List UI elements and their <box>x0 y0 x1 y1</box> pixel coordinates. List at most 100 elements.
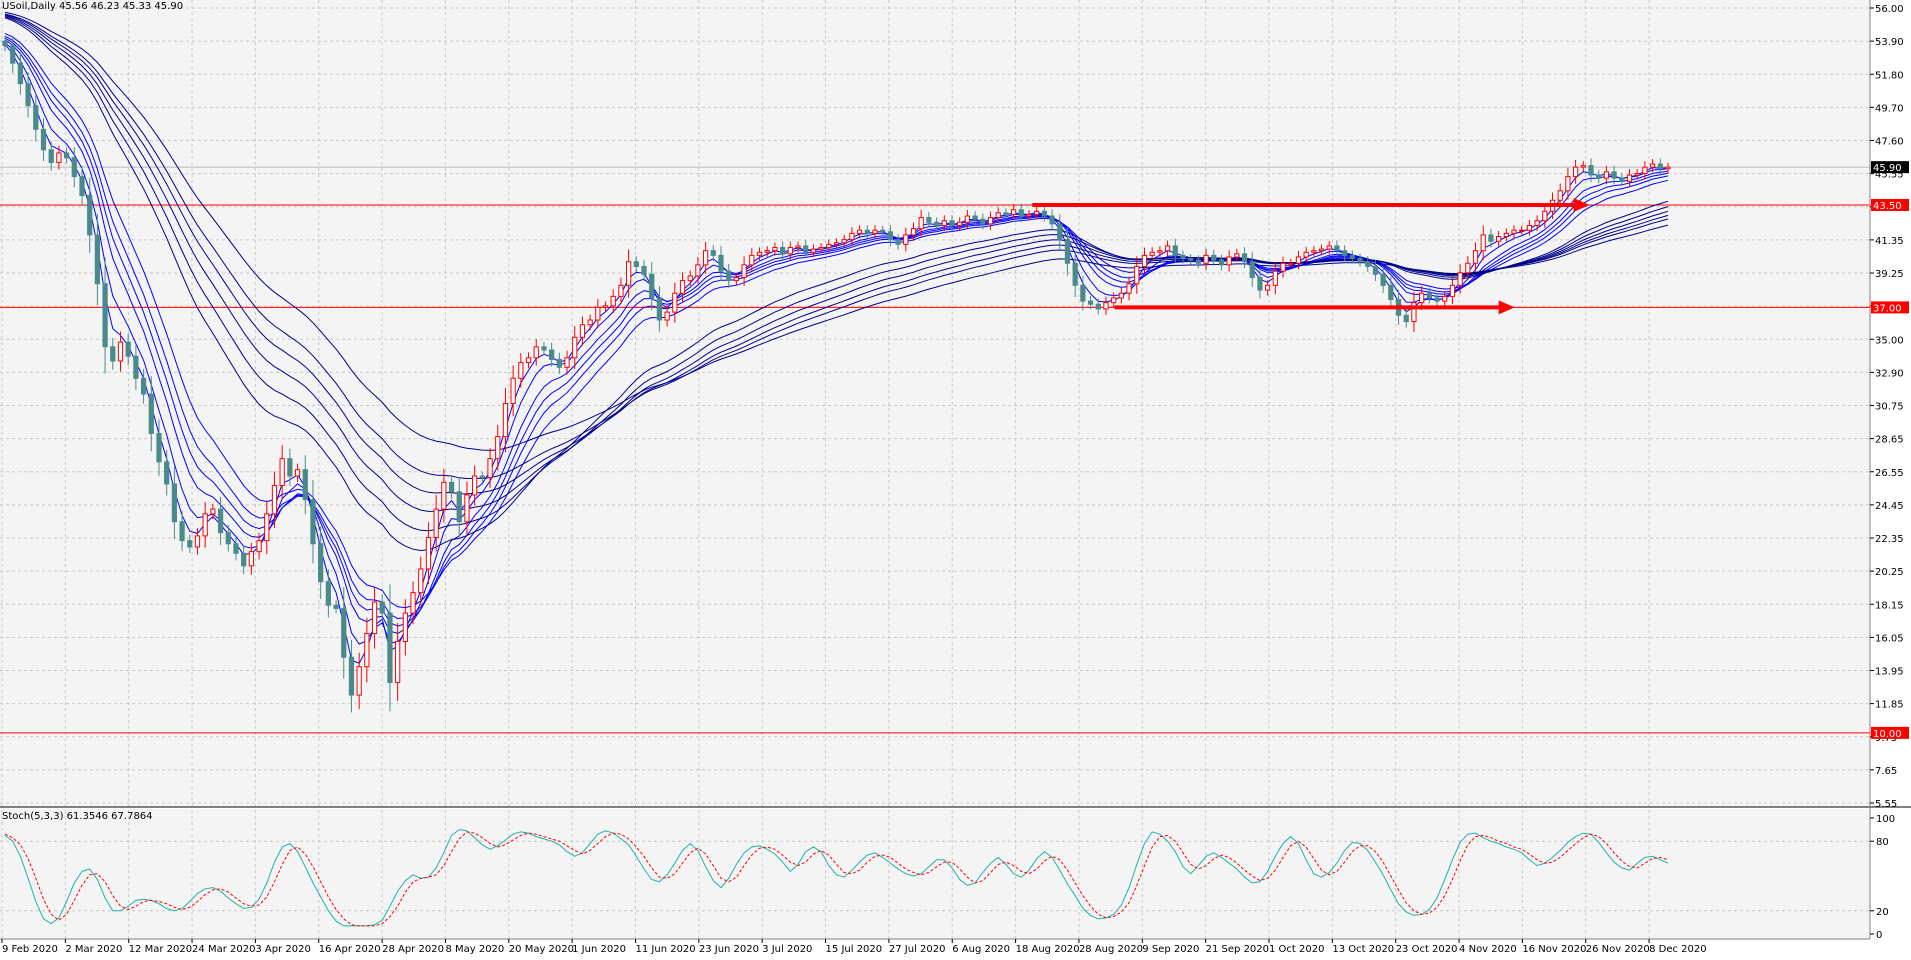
price-tick-label: 56.00 <box>1875 4 1904 15</box>
candle-body <box>79 176 85 197</box>
candle-body <box>410 592 416 614</box>
candle-body <box>364 633 370 668</box>
candle-body <box>356 666 362 696</box>
candle-body <box>1249 261 1255 278</box>
candle-body <box>810 248 817 253</box>
price-tick-label: 28.65 <box>1875 435 1904 446</box>
candle-body <box>1057 223 1063 241</box>
time-tick-label: 3 Apr 2020 <box>255 944 310 955</box>
candle-body <box>525 357 532 364</box>
candle-body <box>1572 166 1579 178</box>
candle-body <box>1380 273 1386 286</box>
candle-body <box>626 261 632 286</box>
candle-body <box>210 508 216 515</box>
candle-body <box>1442 295 1448 302</box>
candle-body <box>1588 165 1594 176</box>
candle-body <box>433 508 439 538</box>
candle-body <box>287 458 293 477</box>
candle-body <box>1519 229 1525 232</box>
candle-body <box>1357 258 1363 263</box>
candle-body <box>110 346 116 362</box>
candle-body <box>248 551 254 567</box>
candle-body <box>448 481 455 493</box>
stoch-tick-label: 100 <box>1876 814 1895 825</box>
price-tick-label: 11.85 <box>1875 700 1904 711</box>
candle-body <box>1426 292 1432 299</box>
candle-body <box>17 62 24 85</box>
candle-body <box>1010 209 1017 215</box>
candle-body <box>779 247 786 255</box>
level-tag-label: 43.50 <box>1873 201 1902 212</box>
candle-body <box>856 229 863 234</box>
candle-body <box>618 284 624 297</box>
candle-body <box>1619 177 1625 182</box>
candle-body <box>1295 256 1302 264</box>
candle-body <box>957 221 963 226</box>
candle-body <box>941 220 947 226</box>
stoch-label: Stoch(5,3,3) 61.3546 67.7864 <box>2 811 153 822</box>
candle-body <box>980 218 986 225</box>
candle-body <box>94 234 101 285</box>
price-axis: 56.0053.9051.8049.7047.6045.5543.5041.35… <box>1870 4 1904 810</box>
candle-body <box>756 251 763 256</box>
price-tick-label: 39.25 <box>1875 269 1904 280</box>
candle-body <box>849 232 855 241</box>
time-tick-label: 28 Apr 2020 <box>382 944 444 955</box>
candle-body <box>25 83 31 107</box>
time-tick-label: 1 Oct 2020 <box>1269 944 1324 955</box>
candle-body <box>102 283 108 348</box>
candle-body <box>687 275 693 282</box>
chart-canvas[interactable]: 56.0053.9051.8049.7047.6045.5543.5041.35… <box>0 0 1911 960</box>
candle-body <box>833 242 840 245</box>
current-price-label: 45.90 <box>1873 163 1902 174</box>
price-tags: 43.50 37.00 10.00 45.90 <box>1871 161 1909 740</box>
candle-body <box>1111 297 1117 304</box>
candle-body <box>40 128 47 151</box>
candle-body <box>1265 284 1271 291</box>
candle-body <box>464 494 470 523</box>
candle-body <box>510 377 516 405</box>
candle-body <box>587 319 593 326</box>
time-tick-label: 8 Dec 2020 <box>1649 944 1707 955</box>
candle-body <box>549 349 555 360</box>
candle-body <box>379 601 385 614</box>
candle-body <box>1034 210 1040 215</box>
candle-body <box>1172 245 1178 256</box>
candle-body <box>1003 212 1009 215</box>
candle-body <box>1280 262 1286 272</box>
candle-body <box>371 601 378 635</box>
candle-body <box>741 264 747 278</box>
candle-body <box>995 212 1001 219</box>
candle-body <box>202 513 208 537</box>
candle-body <box>133 355 139 379</box>
candle-body <box>572 336 578 359</box>
candle-body <box>495 436 501 460</box>
candle-body <box>1195 259 1201 264</box>
candle-body <box>164 461 170 485</box>
candle-body <box>1403 314 1409 323</box>
candle-body <box>656 297 663 321</box>
candle-body <box>564 357 570 368</box>
candle-body <box>387 612 393 683</box>
candle-body <box>318 543 324 583</box>
candle-body <box>764 250 770 253</box>
candle-body <box>1041 210 1047 217</box>
candle-body <box>633 261 639 267</box>
candle-body <box>710 250 716 256</box>
candle-body <box>718 254 724 272</box>
candle-body <box>225 532 231 545</box>
candle-body <box>949 220 955 226</box>
candle-body <box>71 157 77 178</box>
candle-body <box>664 311 670 321</box>
candle-body <box>1257 276 1263 291</box>
price-tick-label: 35.00 <box>1875 335 1904 346</box>
candle-body <box>1342 250 1348 256</box>
stoch-axis: 100 80 20 0 <box>1870 814 1895 941</box>
time-tick-label: 23 Oct 2020 <box>1396 944 1458 955</box>
candle-body <box>1118 292 1124 299</box>
time-tick-label: 23 Jun 2020 <box>699 944 759 955</box>
time-tick-label: 27 Jul 2020 <box>889 944 946 955</box>
candle-body <box>1388 284 1394 301</box>
candle-body <box>1157 250 1163 253</box>
candle-body <box>1465 262 1471 274</box>
